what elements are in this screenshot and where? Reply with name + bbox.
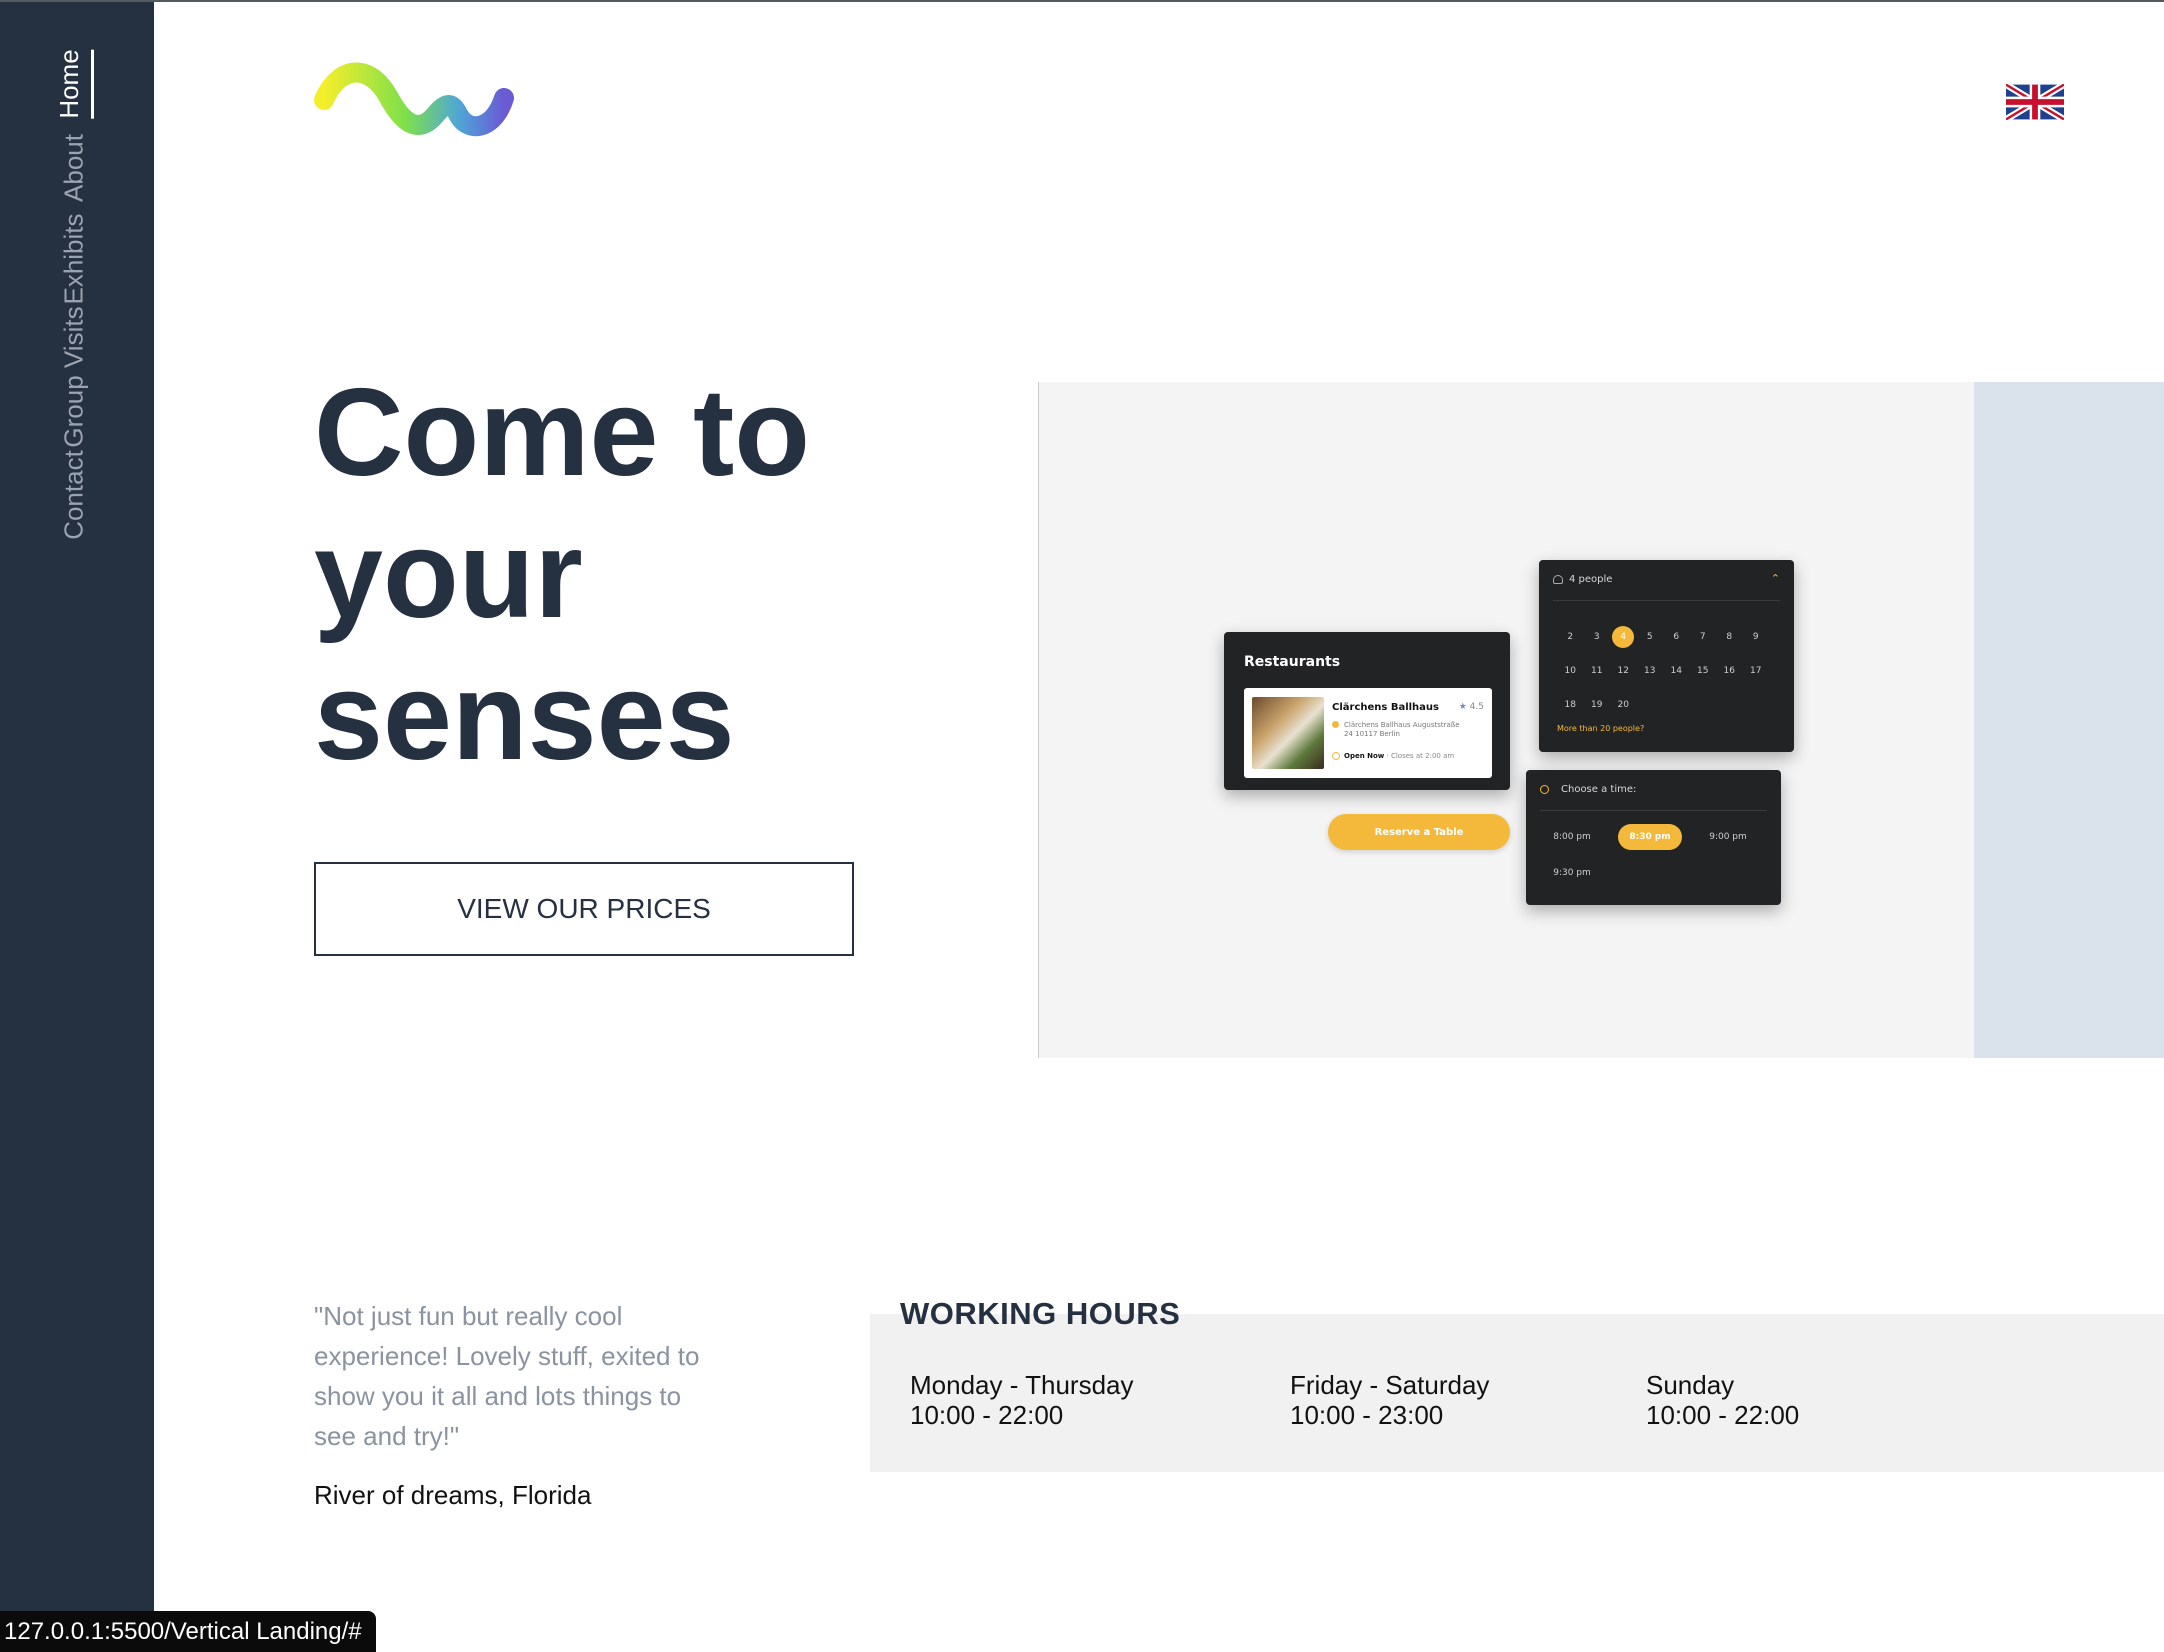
restaurant-rating: ★ 4.5 (1459, 702, 1484, 712)
time-slot[interactable]: 8:00 pm (1540, 824, 1604, 850)
hours-entry: Sunday 10:00 - 22:00 (1646, 1370, 1799, 1430)
wave-logo-icon[interactable] (312, 56, 518, 148)
hero-title-line: senses (314, 648, 735, 786)
day-option[interactable]: 15 (1690, 666, 1717, 676)
hero-title-line: your (314, 506, 583, 644)
hours-days: Friday - Saturday (1290, 1370, 1490, 1400)
selected-day: 4 (1612, 626, 1635, 648)
time-slot-selected[interactable]: 8:30 pm (1618, 824, 1682, 850)
working-hours-title: WORKING HOURS (900, 1296, 1181, 1331)
restaurant-photo (1252, 697, 1324, 769)
testimonial-quote: "Not just fun but really cool experience… (314, 1301, 700, 1451)
hours-time: 10:00 - 22:00 (910, 1400, 1064, 1430)
people-dropdown[interactable]: 4 people ⌃ (1553, 572, 1780, 601)
closing-time: · Closes at 2:00 am (1386, 752, 1455, 760)
day-option[interactable]: 8 (1716, 632, 1743, 642)
chevron-up-icon[interactable]: ⌃ (1771, 572, 1780, 585)
sidebar-item-group-visits[interactable]: Group Visits (59, 306, 90, 447)
people-count: 4 people (1569, 574, 1613, 585)
day-option[interactable]: 20 (1610, 700, 1637, 710)
hours-time: 10:00 - 22:00 (1646, 1400, 1800, 1430)
day-option[interactable]: 9 (1743, 632, 1770, 642)
hero-title: Come to your senses (314, 362, 1034, 788)
star-icon: ★ (1458, 702, 1467, 712)
day-grid: 2 3 4 5 6 7 8 9 10 11 12 13 14 15 16 17 … (1557, 620, 1777, 722)
hours-days: Monday - Thursday (910, 1370, 1134, 1400)
time-slot[interactable]: 9:00 pm (1696, 824, 1760, 850)
address-line: 24 10117 Berlin (1344, 730, 1400, 738)
open-now-label: Open Now (1344, 752, 1385, 760)
day-option[interactable]: 12 (1610, 666, 1637, 676)
day-option[interactable]: 10 (1557, 666, 1584, 676)
sidebar-item-contact[interactable]: Contact (59, 450, 90, 540)
restaurant-address: Clärchens Ballhaus Auguststraße 24 10117… (1332, 721, 1484, 739)
time-picker-card: Choose a time: 8:00 pm 8:30 pm 9:00 pm 9… (1526, 770, 1781, 905)
rating-value: 4.5 (1469, 702, 1484, 712)
testimonial-author: River of dreams, Florida (314, 1480, 592, 1510)
restaurants-title: Restaurants (1244, 654, 1341, 670)
more-people-link[interactable]: More than 20 people? (1557, 724, 1644, 733)
day-option[interactable]: 14 (1663, 666, 1690, 676)
day-option[interactable]: 11 (1584, 666, 1611, 676)
top-border (0, 0, 2164, 2)
day-option[interactable]: 19 (1584, 700, 1611, 710)
time-slot[interactable]: 9:30 pm (1540, 860, 1604, 886)
day-option[interactable]: 17 (1743, 666, 1770, 676)
day-option[interactable]: 13 (1637, 666, 1664, 676)
hours-entry: Monday - Thursday 10:00 - 22:00 (910, 1370, 1134, 1430)
address-line: Clärchens Ballhaus Auguststraße (1344, 721, 1460, 729)
day-option[interactable]: 7 (1690, 632, 1717, 642)
day-option[interactable]: 3 (1584, 632, 1611, 642)
day-option[interactable]: 6 (1663, 632, 1690, 642)
sidebar-item-exhibits[interactable]: Exhibits (59, 213, 90, 304)
hours-days: Sunday (1646, 1370, 1735, 1400)
people-icon (1553, 574, 1563, 584)
time-label: Choose a time: (1561, 784, 1637, 795)
uk-flag-icon[interactable] (2006, 84, 2064, 120)
hours-time: 10:00 - 23:00 (1290, 1400, 1444, 1430)
restaurant-name: Clärchens Ballhaus (1332, 702, 1439, 713)
status-bar-url: 127.0.0.1:5500/Vertical Landing/# (0, 1611, 376, 1652)
clock-icon (1540, 784, 1549, 794)
hours-entry: Friday - Saturday 10:00 - 23:00 (1290, 1370, 1489, 1430)
restaurants-card: Restaurants Clärchens Ballhaus ★ 4.5 Clä… (1224, 632, 1510, 790)
sidebar-item-home[interactable]: Home (54, 49, 94, 119)
location-pin-icon (1332, 721, 1339, 728)
sidebar-item-about[interactable]: About (59, 134, 90, 202)
day-option[interactable]: 16 (1716, 666, 1743, 676)
time-picker-header: Choose a time: (1540, 784, 1767, 811)
day-option[interactable]: 2 (1557, 632, 1584, 642)
hero-title-line: Come to (314, 364, 810, 502)
restaurant-list-item[interactable]: Clärchens Ballhaus ★ 4.5 Clärchens Ballh… (1244, 688, 1492, 778)
sidebar-nav: Home About Exhibits Group Visits Contact (0, 2, 154, 1652)
clock-icon (1332, 752, 1340, 760)
people-calendar-card: 4 people ⌃ 2 3 4 5 6 7 8 9 10 11 12 13 1… (1539, 560, 1794, 752)
day-option[interactable]: 5 (1637, 632, 1664, 642)
restaurant-open-status: Open Now · Closes at 2:00 am (1332, 752, 1454, 760)
accent-block (1974, 382, 2164, 1058)
day-option-selected[interactable]: 4 (1610, 626, 1637, 648)
reserve-table-button[interactable]: Reserve a Table (1328, 814, 1510, 850)
view-prices-button[interactable]: VIEW OUR PRICES (314, 862, 854, 956)
day-option[interactable]: 18 (1557, 700, 1584, 710)
